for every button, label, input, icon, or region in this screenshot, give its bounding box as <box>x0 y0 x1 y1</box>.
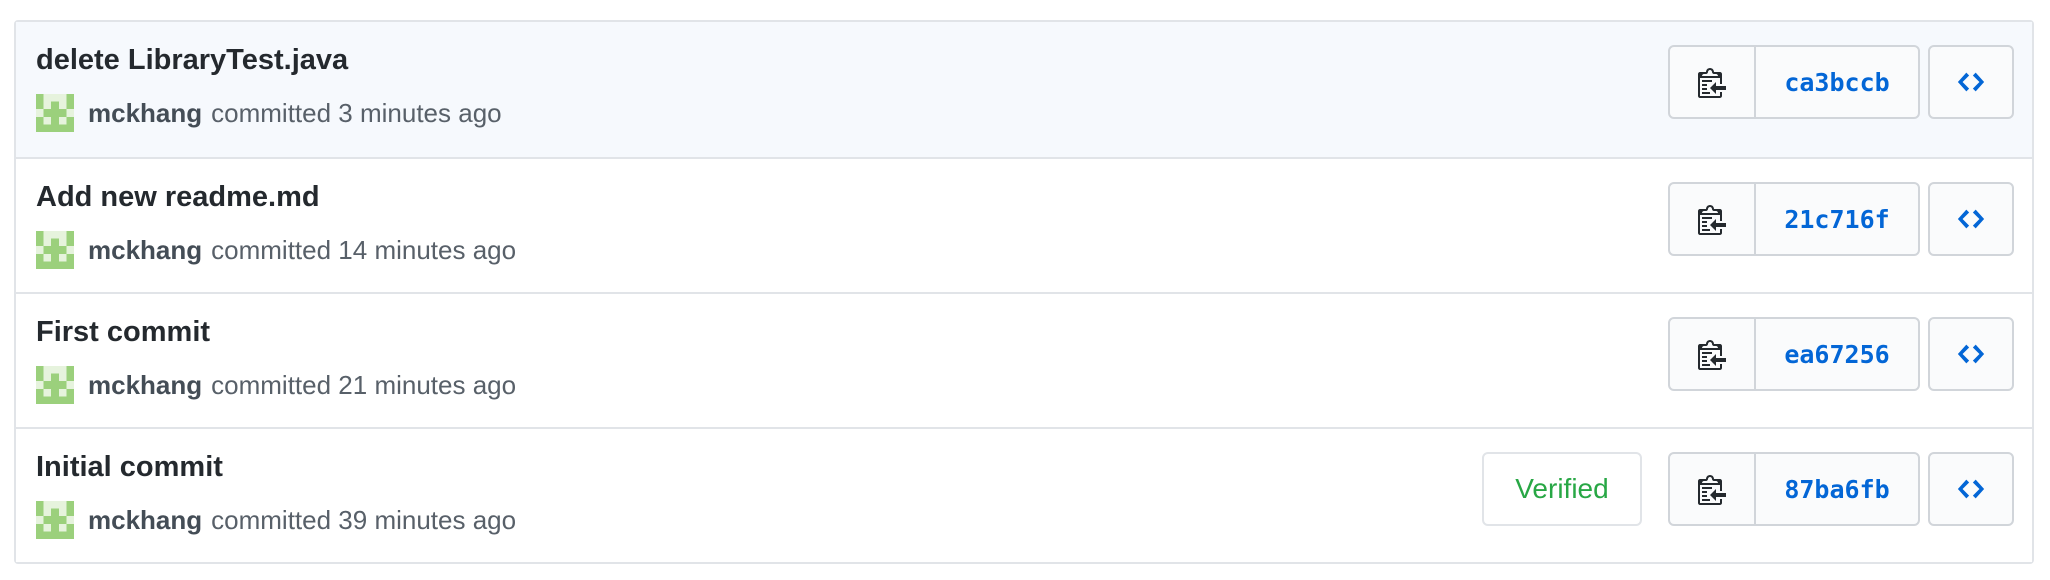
avatar-icon[interactable] <box>36 366 74 404</box>
commit-time: committed 3 minutes ago <box>211 97 502 128</box>
commit-row: delete LibraryTest.java mckhang committe… <box>16 22 2032 157</box>
commit-title-link[interactable]: Add new readme.md <box>36 181 320 214</box>
clipboard-icon <box>1698 475 1726 505</box>
commit-sha-button[interactable]: ca3bccb <box>1754 45 1920 119</box>
commit-sha-button[interactable]: ea67256 <box>1754 317 1920 391</box>
commit-time: committed 21 minutes ago <box>211 369 517 400</box>
code-icon <box>1957 344 1985 364</box>
commit-row: First commit mckhang committed 21 minute… <box>16 292 2032 427</box>
copy-sha-button[interactable] <box>1668 45 1756 119</box>
clipboard-icon <box>1698 205 1726 235</box>
code-icon <box>1957 72 1985 92</box>
commit-meta: mckhang committed 3 minutes ago <box>36 94 502 132</box>
browse-repo-button[interactable] <box>1928 452 2014 526</box>
commit-meta: mckhang committed 14 minutes ago <box>36 231 516 269</box>
commit-meta: mckhang committed 39 minutes ago <box>36 501 516 539</box>
copy-sha-button[interactable] <box>1668 317 1756 391</box>
copy-sha-button[interactable] <box>1668 182 1756 256</box>
sha-button-group: ca3bccb <box>1668 45 1920 119</box>
commit-author-link[interactable]: mckhang <box>88 505 202 536</box>
commit-author-link[interactable]: mckhang <box>88 98 202 129</box>
commit-row: Add new readme.md mckhang committed 14 m… <box>16 157 2032 292</box>
clipboard-icon <box>1698 340 1726 370</box>
code-icon <box>1957 479 1985 499</box>
copy-sha-button[interactable] <box>1668 452 1756 526</box>
commit-title-link[interactable]: delete LibraryTest.java <box>36 44 348 77</box>
clipboard-icon <box>1698 68 1726 98</box>
commit-author-link[interactable]: mckhang <box>88 370 202 401</box>
commit-author-link[interactable]: mckhang <box>88 235 202 266</box>
avatar-icon[interactable] <box>36 94 74 132</box>
browse-repo-button[interactable] <box>1928 317 2014 391</box>
commit-sha-button[interactable]: 87ba6fb <box>1754 452 1920 526</box>
verified-badge[interactable]: Verified <box>1482 452 1642 526</box>
commit-title-link[interactable]: First commit <box>36 316 210 349</box>
sha-button-group: 21c716f <box>1668 182 1920 256</box>
commit-sha-button[interactable]: 21c716f <box>1754 182 1920 256</box>
commit-time: committed 39 minutes ago <box>211 504 517 535</box>
sha-button-group: 87ba6fb <box>1668 452 1920 526</box>
browse-repo-button[interactable] <box>1928 45 2014 119</box>
sha-button-group: ea67256 <box>1668 317 1920 391</box>
browse-repo-button[interactable] <box>1928 182 2014 256</box>
commit-meta: mckhang committed 21 minutes ago <box>36 366 516 404</box>
avatar-icon[interactable] <box>36 231 74 269</box>
commit-row: Initial commit mckhang committed 39 minu… <box>16 427 2032 562</box>
commit-time: committed 14 minutes ago <box>211 234 517 265</box>
commit-list: delete LibraryTest.java mckhang committe… <box>14 20 2034 564</box>
avatar-icon[interactable] <box>36 501 74 539</box>
code-icon <box>1957 209 1985 229</box>
commit-title-link[interactable]: Initial commit <box>36 451 223 484</box>
